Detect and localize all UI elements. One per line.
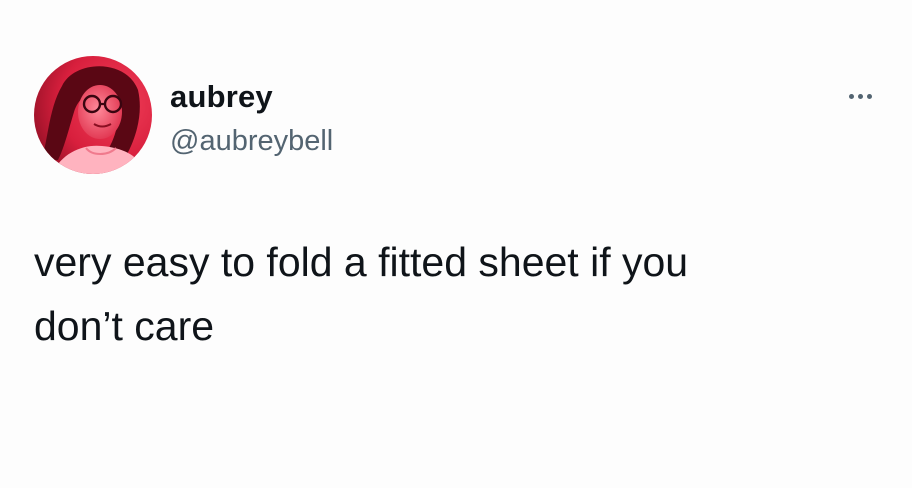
more-options-button[interactable] [838,82,882,110]
tweet-card: aubrey @aubreybell very easy to fold a f… [0,0,912,488]
more-options-icon-dot [857,93,863,99]
display-name[interactable]: aubrey [170,78,333,116]
user-names: aubrey @aubreybell [170,78,333,160]
user-handle[interactable]: @aubreybell [170,122,333,160]
avatar-photo [34,56,152,174]
more-options-icon [848,93,854,99]
tweet-text: very easy to fold a fitted sheet if you … [34,239,689,349]
avatar[interactable] [34,56,152,174]
more-options-icon-dot [866,93,872,99]
